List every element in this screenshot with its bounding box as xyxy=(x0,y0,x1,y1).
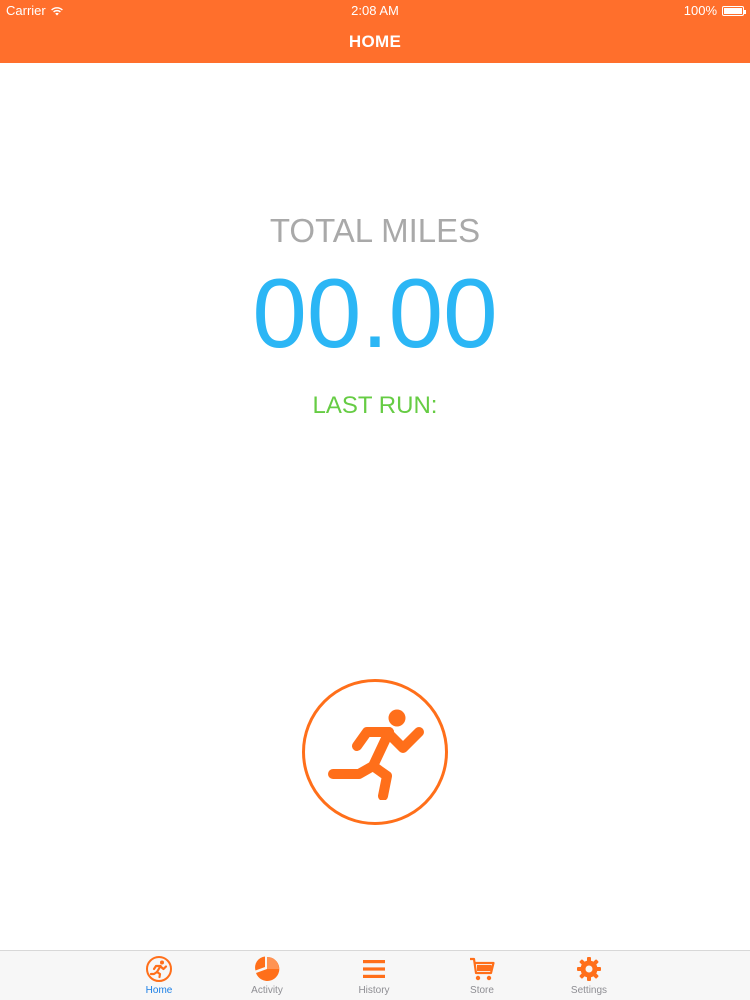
total-miles-value: 00.00 xyxy=(252,258,498,368)
tab-activity-label: Activity xyxy=(251,985,283,996)
total-miles-label: TOTAL MILES xyxy=(269,212,481,249)
tab-settings[interactable]: Settings xyxy=(544,955,634,999)
battery-icon xyxy=(722,5,746,16)
tab-history[interactable]: History xyxy=(329,955,419,999)
start-run-button[interactable] xyxy=(302,679,448,825)
cart-icon xyxy=(470,957,495,981)
runner-icon xyxy=(328,709,424,800)
page-title: HOME xyxy=(348,32,402,51)
battery-fill xyxy=(724,7,742,14)
tab-history-label: History xyxy=(358,985,390,996)
gear-icon xyxy=(577,957,601,981)
runner-circle-icon xyxy=(146,956,172,982)
pie-chart-icon xyxy=(255,956,280,981)
tab-home-label: Home xyxy=(145,985,173,996)
last-run-label: LAST RUN: xyxy=(312,392,438,419)
list-icon xyxy=(363,960,385,978)
tab-store[interactable]: Store xyxy=(437,955,527,999)
status-bar: Carrier 2:08 AM 100% xyxy=(0,0,750,22)
tab-store-label: Store xyxy=(470,985,494,996)
status-right: 100% xyxy=(683,3,746,18)
clock: 2:08 AM xyxy=(351,3,399,18)
navigation-bar: HOME xyxy=(0,22,750,63)
tab-activity[interactable]: Activity xyxy=(222,955,312,999)
home-screen: Carrier 2:08 AM 100% HOME TOTAL MILES 00… xyxy=(0,0,750,1000)
tab-bar: Home Activity History Store Settings xyxy=(0,950,750,1000)
battery-percent: 100% xyxy=(683,3,717,18)
tab-home[interactable]: Home xyxy=(114,955,204,999)
tab-settings-label: Settings xyxy=(570,985,608,996)
